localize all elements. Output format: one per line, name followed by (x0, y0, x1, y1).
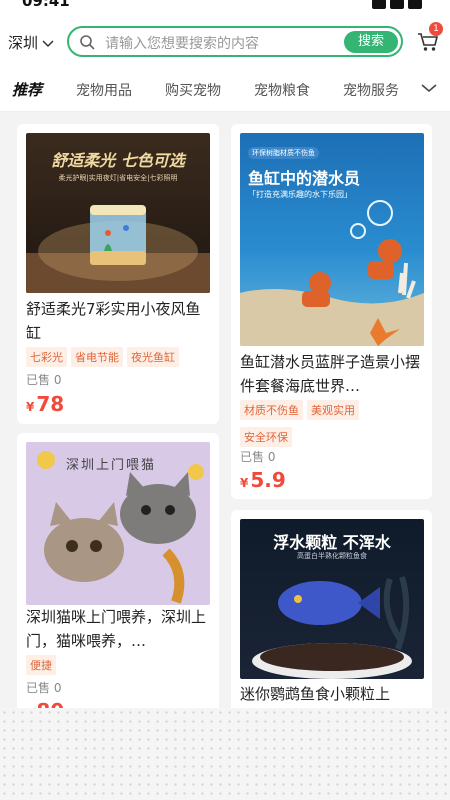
header: 深圳 请输入您想要搜索的内容 搜索 1 (0, 20, 450, 65)
price-value: 78 (36, 392, 65, 416)
sold-count: 已售 0 (26, 681, 62, 695)
product-card[interactable]: 环保树脂材质不伤鱼 鱼缸中的潜水员 「打造充满乐趣的水下乐园」 鱼缸潜水员蓝胖子… (231, 124, 432, 499)
search-bar[interactable]: 请输入您想要搜索的内容 搜索 (67, 26, 403, 57)
search-icon (80, 35, 95, 50)
product-price: ¥5.9 (240, 468, 286, 492)
image-subline: 高蛋白半熟化颗粒鱼食 (297, 552, 367, 560)
sold-count: 已售 0 (240, 450, 276, 464)
product-image: 深圳上门喂猫 (26, 442, 210, 605)
chevron-down-icon (42, 39, 54, 47)
cart-badge: 1 (429, 22, 443, 36)
tag: 材质不伤鱼 (240, 400, 303, 420)
image-headline: 舒适柔光 七色可选 (51, 151, 185, 170)
product-title: 迷你鹦鹉鱼食小颗粒上 (240, 685, 391, 703)
status-icons (368, 0, 428, 9)
product-title: 鱼缸潜水员蓝胖子造景小摆件套餐海底世界… (240, 353, 421, 395)
tab-label: 推荐 (12, 81, 43, 99)
chevron-down-icon[interactable] (420, 80, 438, 96)
tag: 安全环保 (240, 427, 292, 447)
tab-pet-food[interactable]: 宠物粮食 (254, 80, 310, 100)
currency: ¥ (240, 476, 249, 490)
image-headline: 浮水颗粒 不浑水 (273, 533, 391, 552)
tab-recommend[interactable]: 推荐 (12, 79, 54, 100)
product-card[interactable]: 深圳上门喂猫 深圳猫咪上门喂养，深圳上门，猫咪喂养，… 便捷 已售 0 ¥80 (17, 433, 219, 723)
city-selector[interactable]: 深圳 (8, 32, 55, 53)
tag: 便捷 (26, 655, 56, 675)
image-badge: 环保树脂材质不伤鱼 (248, 147, 319, 159)
bottom-overlay (0, 708, 450, 800)
product-card[interactable]: 舒适柔光 七色可选 柔光护眼|实用夜灯|省电安全|七彩照明 舒适柔光7彩实用小夜… (17, 124, 219, 424)
product-title: 深圳猫咪上门喂养，深圳上门，猫咪喂养，… (26, 608, 207, 650)
product-tags: 七彩光 省电节能 夜光鱼缸 (26, 346, 183, 373)
search-input[interactable]: 请输入您想要搜索的内容 (105, 33, 259, 53)
product-image: 环保树脂材质不伤鱼 鱼缸中的潜水员 「打造充满乐趣的水下乐园」 (240, 133, 424, 346)
tab-pet-supplies[interactable]: 宠物用品 (76, 80, 132, 100)
category-tabs: 推荐 宠物用品 购买宠物 宠物粮食 宠物服务 (0, 65, 450, 112)
price-value: 5.9 (250, 468, 286, 492)
status-time: 09:41 (22, 0, 70, 10)
product-price: ¥78 (26, 392, 64, 416)
tab-buy-pets[interactable]: 购买宠物 (165, 80, 221, 100)
sold-count: 已售 0 (26, 373, 62, 387)
status-bar: 09:41 (0, 0, 450, 20)
image-headline: 深圳上门喂猫 (66, 458, 157, 473)
tag: 省电节能 (71, 347, 123, 367)
tag: 美观实用 (307, 400, 359, 420)
product-tags: 便捷 (26, 654, 60, 681)
product-image: 舒适柔光 七色可选 柔光护眼|实用夜灯|省电安全|七彩照明 (26, 133, 210, 293)
product-title: 舒适柔光7彩实用小夜风鱼缸 (26, 300, 201, 342)
image-subline: 「打造充满乐趣的水下乐园」 (248, 190, 352, 199)
image-subline: 柔光护眼|实用夜灯|省电安全|七彩照明 (58, 174, 178, 182)
tab-pet-services[interactable]: 宠物服务 (343, 80, 399, 100)
product-image: 浮水颗粒 不浑水 高蛋白半熟化颗粒鱼食 (240, 519, 424, 679)
city-label: 深圳 (8, 34, 39, 52)
tag: 夜光鱼缸 (127, 347, 179, 367)
product-tags: 材质不伤鱼 美观实用 安全环保 (240, 399, 424, 453)
search-button[interactable]: 搜索 (344, 31, 398, 53)
currency: ¥ (26, 400, 35, 414)
tag: 七彩光 (26, 347, 67, 367)
product-card[interactable]: 浮水颗粒 不浑水 高蛋白半熟化颗粒鱼食 迷你鹦鹉鱼食小颗粒上 (231, 510, 432, 740)
image-headline: 鱼缸中的潜水员 (248, 169, 361, 188)
